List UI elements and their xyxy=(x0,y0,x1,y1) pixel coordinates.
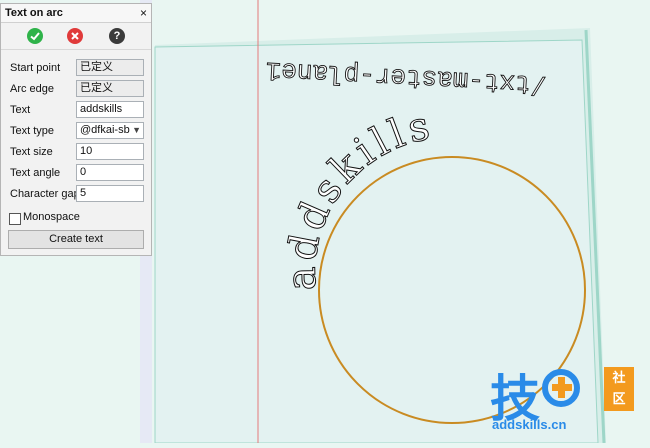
text-input[interactable]: addskills xyxy=(76,101,144,118)
character-gap-row: Character gap 5 xyxy=(1,184,151,205)
text-angle-label: Text angle xyxy=(10,167,61,179)
close-icon[interactable]: × xyxy=(140,4,147,22)
text-type-select[interactable]: @dfkai-sb ▼ xyxy=(76,122,144,139)
text-type-value: @dfkai-sb xyxy=(80,124,130,136)
text-type-label: Text type xyxy=(10,125,55,137)
site-watermark: 技 社 区 addskills.cn xyxy=(490,365,650,443)
badge-top-char: 社 xyxy=(612,370,626,385)
start-point-row: Start point 已定义 xyxy=(1,58,151,79)
arc-edge-field[interactable]: 已定义 xyxy=(76,80,144,97)
panel-title: Text on arc xyxy=(5,7,63,19)
create-text-button[interactable]: Create text xyxy=(8,230,144,249)
plus-icon-vertical xyxy=(558,377,565,398)
watermark-site: addskills.cn xyxy=(492,417,567,432)
chevron-down-icon[interactable]: ▼ xyxy=(132,123,141,138)
panel-titlebar: Text on arc × xyxy=(1,4,151,23)
arc-edge-row: Arc edge 已定义 xyxy=(1,79,151,100)
text-on-arc-panel: Text on arc × ? Start point 已定义 Arc edge… xyxy=(0,3,152,256)
panel-actions: ? xyxy=(1,23,151,50)
character-gap-input[interactable]: 5 xyxy=(76,185,144,202)
character-gap-label: Character gap xyxy=(10,188,80,200)
text-size-input[interactable]: 10 xyxy=(76,143,144,160)
community-badge: 社 区 xyxy=(604,367,634,411)
cancel-icon[interactable] xyxy=(67,28,83,44)
text-size-row: Text size 10 xyxy=(1,142,151,163)
start-point-label: Start point xyxy=(10,62,61,74)
text-size-label: Text size xyxy=(10,146,53,158)
start-point-field[interactable]: 已定义 xyxy=(76,59,144,76)
text-type-row: Text type @dfkai-sb ▼ xyxy=(1,121,151,142)
help-symbol: ? xyxy=(113,30,121,42)
badge-bottom-char: 区 xyxy=(612,391,626,406)
text-label: Text xyxy=(10,104,31,116)
check-icon[interactable] xyxy=(27,28,43,44)
text-row: Text addskills xyxy=(1,100,151,121)
text-angle-row: Text angle 0 xyxy=(1,163,151,184)
monospace-label: Monospace xyxy=(23,211,80,223)
text-angle-input[interactable]: 0 xyxy=(76,164,144,181)
help-icon[interactable]: ? xyxy=(109,28,125,44)
monospace-checkbox[interactable] xyxy=(9,213,21,225)
arc-edge-label: Arc edge xyxy=(10,83,55,95)
